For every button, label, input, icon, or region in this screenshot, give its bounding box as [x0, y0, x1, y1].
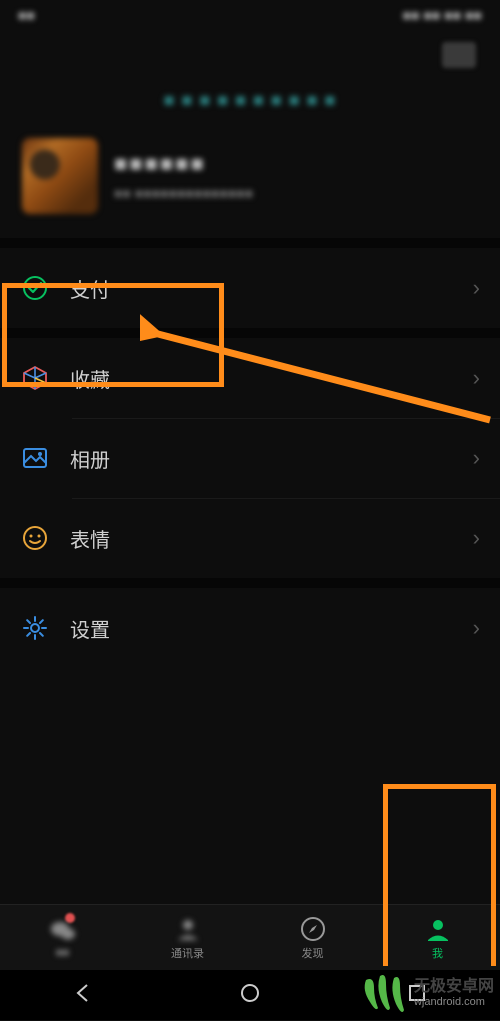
tab-contacts-label: 通讯录: [171, 945, 204, 961]
back-button[interactable]: [72, 982, 94, 1009]
avatar: [22, 138, 98, 214]
album-icon: [20, 443, 50, 473]
sticker-icon: [20, 523, 50, 553]
menu-pay[interactable]: 支付 ›: [0, 248, 500, 328]
watermark-url: wjandroid.com: [414, 996, 494, 1008]
tab-discover-label: 发现: [302, 945, 324, 961]
tab-discover[interactable]: 发现: [250, 905, 375, 970]
tab-contacts[interactable]: 通讯录: [125, 905, 250, 970]
tab-chat[interactable]: ■■: [0, 905, 125, 970]
menu-album[interactable]: 相册 ›: [0, 418, 500, 498]
watermark: 无极安卓网 wjandroid.com: [360, 970, 494, 1016]
menu-pay-label: 支付: [70, 274, 473, 303]
menu-stickers-label: 表情: [70, 524, 473, 553]
profile-card[interactable]: ■■■■■■ ■■ ■■■■■■■■■■■■■■: [0, 120, 500, 238]
chevron-right-icon: ›: [473, 445, 480, 471]
menu-settings[interactable]: 设置 ›: [0, 588, 500, 668]
settings-icon: [20, 613, 50, 643]
favorites-icon: [20, 363, 50, 393]
menu-settings-label: 设置: [70, 614, 473, 643]
pay-icon: [20, 273, 50, 303]
profile-name: ■■■■■■: [114, 151, 480, 177]
chevron-right-icon: ›: [473, 525, 480, 551]
menu-stickers[interactable]: 表情 ›: [0, 498, 500, 578]
watermark-logo-icon: [360, 970, 408, 1016]
me-icon: [424, 915, 452, 943]
chevron-right-icon: ›: [473, 365, 480, 391]
chevron-right-icon: ›: [473, 615, 480, 641]
menu-favorites-label: 收藏: [70, 364, 473, 393]
header: [0, 30, 500, 80]
menu-album-label: 相册: [70, 444, 473, 473]
status-right: ■■ ■■ ■■ ■■: [403, 7, 482, 23]
tab-me-label: 我: [432, 945, 443, 961]
camera-icon[interactable]: [442, 42, 476, 68]
profile-info: ■■■■■■ ■■ ■■■■■■■■■■■■■■: [114, 151, 480, 201]
chat-icon: [49, 917, 77, 945]
tab-bar: ■■ 通讯录 发现 我: [0, 904, 500, 970]
status-left: ■■: [18, 7, 35, 23]
profile-id: ■■ ■■■■■■■■■■■■■■: [114, 185, 480, 201]
chevron-right-icon: ›: [473, 275, 480, 301]
home-button[interactable]: [239, 982, 261, 1009]
tab-chat-label: ■■: [56, 947, 69, 959]
promo-banner[interactable]: ■ ■ ■ ■ ■ ■ ■ ■ ■ ■: [0, 80, 500, 120]
discover-icon: [299, 915, 327, 943]
status-bar: ■■ ■■ ■■ ■■ ■■: [0, 0, 500, 30]
contacts-icon: [174, 915, 202, 943]
menu-favorites[interactable]: 收藏 ›: [0, 338, 500, 418]
watermark-title: 无极安卓网: [414, 978, 494, 996]
tab-me[interactable]: 我: [375, 905, 500, 970]
